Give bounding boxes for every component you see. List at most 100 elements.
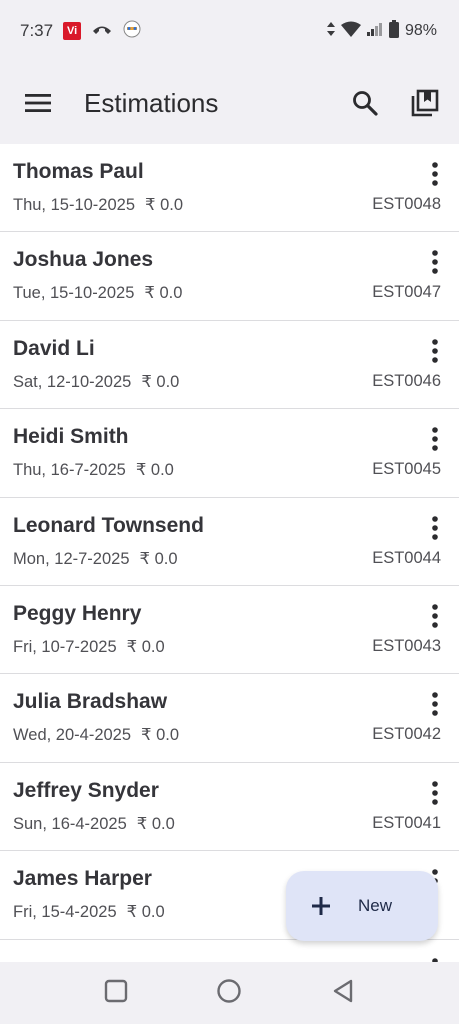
- estimation-date: Thu, 15-10-2025: [13, 196, 136, 214]
- estimation-date: Sun, 16-4-2025: [13, 814, 127, 833]
- status-left: 7:37 Vi: [20, 20, 141, 43]
- estimation-row[interactable]: Joshua Jones Tue, 15-10-2025 ₹ 0.0 EST0047: [0, 232, 459, 321]
- row-date-amount: Fri, 15-4-2025 ₹ 0.0: [13, 902, 165, 922]
- estimation-id: EST0044: [372, 548, 441, 567]
- row-date-amount: Thu, 15-10-2025 ₹ 0.0: [13, 195, 183, 215]
- more-options-button[interactable]: [431, 604, 439, 628]
- app-bar-actions: [349, 87, 441, 119]
- estimation-row[interactable]: David Li Sat, 12-10-2025 ₹ 0.0 EST0046: [0, 321, 459, 410]
- customer-name: Joshua Jones: [13, 248, 154, 272]
- plus-icon: [312, 897, 330, 915]
- recents-square-icon: [104, 979, 128, 1002]
- app-bar: Estimations: [0, 62, 459, 144]
- bookmark-collection-icon: [411, 89, 439, 117]
- search-icon: [353, 91, 378, 116]
- wifi-icon: [340, 21, 361, 42]
- app-notification-icon: [123, 20, 141, 43]
- page-title: Estimations: [84, 87, 219, 118]
- menu-button[interactable]: [22, 87, 54, 119]
- signal-icon: [366, 22, 383, 41]
- row-date-amount: Fri, 10-7-2025 ₹ 0.0: [13, 637, 165, 657]
- estimation-date: Thu, 16-7-2025: [13, 461, 126, 480]
- estimation-id: EST0048: [372, 195, 441, 213]
- more-vertical-icon: [432, 604, 438, 628]
- more-options-button[interactable]: [431, 250, 439, 275]
- recents-button[interactable]: [104, 979, 128, 1008]
- estimation-date: Fri, 10-7-2025: [13, 637, 117, 656]
- estimation-date: Mon, 12-7-2025: [13, 549, 130, 568]
- estimation-row-partial[interactable]: [0, 940, 459, 962]
- more-vertical-icon: [432, 692, 438, 717]
- more-options-button[interactable]: [431, 427, 439, 451]
- row-date-amount: Thu, 16-7-2025 ₹ 0.0: [13, 460, 174, 480]
- estimation-date: Wed, 20-4-2025: [13, 726, 132, 745]
- estimation-row[interactable]: Jeffrey Snyder Sun, 16-4-2025 ₹ 0.0 EST0041: [0, 763, 459, 852]
- estimation-row[interactable]: Peggy Henry Fri, 10-7-2025 ₹ 0.0 EST0043: [0, 586, 459, 675]
- estimation-id: EST0041: [372, 813, 441, 832]
- call-icon: [91, 22, 113, 41]
- customer-name: Heidi Smith: [13, 425, 129, 449]
- system-navigation-bar: [0, 962, 459, 1024]
- more-vertical-icon: [432, 780, 438, 805]
- status-bar: 7:37 Vi 98%: [0, 0, 459, 62]
- estimation-amount: ₹ 0.0: [135, 461, 174, 480]
- row-details: Sun, 16-4-2025 ₹ 0.0 EST0041: [13, 814, 441, 834]
- customer-name: Peggy Henry: [13, 601, 142, 625]
- row-details: Thu, 15-10-2025 ₹ 0.0 EST0048: [13, 195, 441, 215]
- status-time: 7:37: [20, 21, 54, 40]
- more-options-button[interactable]: [431, 780, 439, 805]
- row-date-amount: Tue, 15-10-2025 ₹ 0.0: [13, 283, 182, 303]
- more-options-button[interactable]: [431, 338, 439, 363]
- estimation-row[interactable]: Heidi Smith Thu, 16-7-2025 ₹ 0.0 EST0045: [0, 409, 459, 498]
- more-vertical-icon: [432, 250, 438, 275]
- estimation-amount: ₹ 0.0: [145, 196, 184, 214]
- more-options-button[interactable]: [431, 515, 439, 540]
- row-details: Fri, 10-7-2025 ₹ 0.0 EST0043: [13, 637, 441, 657]
- estimation-amount: ₹ 0.0: [136, 814, 175, 833]
- estimation-amount: ₹ 0.0: [141, 726, 180, 745]
- more-vertical-icon: [432, 162, 438, 186]
- back-button[interactable]: [331, 978, 355, 1009]
- back-triangle-icon: [333, 979, 353, 1002]
- new-button-label: New: [358, 896, 393, 915]
- battery-percentage: 98%: [404, 22, 437, 39]
- more-vertical-icon: [432, 515, 438, 540]
- status-right: 98%: [326, 19, 437, 43]
- estimation-date: Sat, 12-10-2025: [13, 372, 132, 391]
- row-date-amount: Sat, 12-10-2025 ₹ 0.0: [13, 372, 179, 392]
- estimation-row[interactable]: Thomas Paul Thu, 15-10-2025 ₹ 0.0 EST0048: [0, 144, 459, 233]
- row-details: Wed, 20-4-2025 ₹ 0.0 EST0042: [13, 725, 441, 745]
- estimation-date: Fri, 15-4-2025: [13, 903, 117, 922]
- row-date-amount: Sun, 16-4-2025 ₹ 0.0: [13, 814, 175, 834]
- estimation-amount: ₹ 0.0: [126, 637, 165, 656]
- new-estimation-button[interactable]: New: [286, 871, 438, 941]
- row-date-amount: Wed, 20-4-2025 ₹ 0.0: [13, 725, 179, 745]
- home-button[interactable]: [216, 978, 242, 1009]
- row-details: Tue, 15-10-2025 ₹ 0.0 EST0047: [13, 283, 441, 303]
- estimation-row[interactable]: Julia Bradshaw Wed, 20-4-2025 ₹ 0.0 EST0042: [0, 674, 459, 763]
- estimation-row[interactable]: Leonard Townsend Mon, 12-7-2025 ₹ 0.0 EST00…: [0, 498, 459, 586]
- customer-name: Julia Bradshaw: [13, 690, 168, 714]
- customer-name: David Li: [13, 336, 95, 360]
- row-details: Thu, 16-7-2025 ₹ 0.0 EST0045: [13, 460, 441, 480]
- estimation-id: EST0043: [372, 636, 441, 655]
- estimation-amount: ₹ 0.0: [141, 372, 180, 391]
- more-vertical-icon: [432, 427, 438, 451]
- saved-collection-button[interactable]: [409, 87, 441, 119]
- estimation-list: Thomas Paul Thu, 15-10-2025 ₹ 0.0 EST0048 Jo…: [0, 144, 459, 962]
- row-date-amount: Mon, 12-7-2025 ₹ 0.0: [13, 549, 178, 569]
- row-details: Mon, 12-7-2025 ₹ 0.0 EST0044: [13, 549, 441, 569]
- estimation-id: EST0046: [372, 371, 441, 390]
- estimation-date: Tue, 15-10-2025: [13, 284, 135, 303]
- battery-icon: [388, 19, 399, 43]
- search-button[interactable]: [349, 87, 381, 119]
- more-options-button[interactable]: [431, 162, 439, 186]
- estimation-id: EST0042: [372, 725, 441, 744]
- row-details: Sat, 12-10-2025 ₹ 0.0 EST0046: [13, 372, 441, 392]
- home-circle-icon: [217, 978, 242, 1003]
- hamburger-menu-icon: [25, 94, 51, 112]
- carrier-badge-icon: Vi: [63, 22, 82, 40]
- more-options-button[interactable]: [431, 692, 439, 717]
- estimation-amount: ₹ 0.0: [139, 549, 178, 568]
- customer-name: Leonard Townsend: [13, 513, 204, 537]
